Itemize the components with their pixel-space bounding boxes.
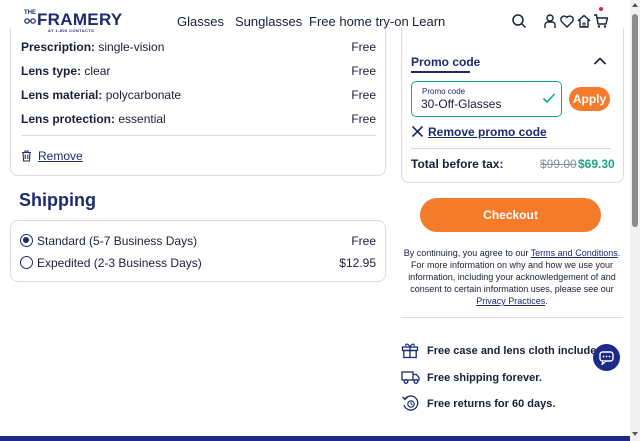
chat-icon <box>599 351 614 366</box>
cart-icon[interactable] <box>593 13 609 29</box>
legal-notice: By continuing, you agree to our Terms an… <box>400 247 624 307</box>
discounted-total: $69.30 <box>578 157 615 171</box>
promo-field-value[interactable]: 30-Off-Glasses <box>421 97 501 111</box>
page-scrollbar[interactable] <box>630 0 640 441</box>
search-icon[interactable] <box>511 13 527 29</box>
chevron-up-icon[interactable] <box>593 55 607 67</box>
nav-learn[interactable]: Learn <box>412 14 445 29</box>
original-total: $99.00 <box>540 157 577 171</box>
row-price: Free <box>351 88 376 102</box>
account-icon[interactable] <box>542 13 558 29</box>
total-divider <box>411 148 611 149</box>
total-before-tax-label: Total before tax: <box>411 157 504 171</box>
perk-free-shipping: Free shipping forever. <box>401 368 621 388</box>
row-label: Lens type: <box>21 64 82 78</box>
nav-sunglasses[interactable]: Sunglasses <box>235 14 302 29</box>
order-row-lens-protection: Lens protection: essential Free <box>21 112 376 126</box>
row-value: clear <box>84 64 111 78</box>
promo-title-underline <box>411 71 470 73</box>
shipping-options-card <box>10 220 386 282</box>
logo-wordmark: FRAMERY <box>37 10 123 29</box>
shipping-option-label: Expedited (2-3 Business Days) <box>37 256 202 270</box>
nav-glasses[interactable]: Glasses <box>177 14 224 29</box>
close-icon <box>411 125 424 138</box>
legal-divider <box>401 317 623 318</box>
shipping-option-price: Free <box>351 234 376 248</box>
shipping-heading: Shipping <box>19 190 96 210</box>
radio-unselected[interactable] <box>20 256 33 269</box>
row-price: Free <box>351 64 376 78</box>
remove-item-label: Remove <box>38 149 83 163</box>
checkout-button[interactable]: Checkout <box>420 198 601 232</box>
remove-promo-code-button[interactable]: Remove promo code <box>411 124 547 140</box>
privacy-link[interactable]: Privacy Practices <box>476 296 545 306</box>
remove-promo-label: Remove promo code <box>428 125 547 139</box>
gift-icon <box>401 343 419 359</box>
shipping-option-expedited[interactable]: Expedited (2-3 Business Days) $12.95 <box>20 256 376 270</box>
scroll-thumb[interactable] <box>632 14 638 227</box>
row-price: Free <box>351 40 376 54</box>
row-label: Lens material: <box>21 88 103 102</box>
cart-badge-dot <box>599 7 603 11</box>
row-label: Lens protection: <box>21 112 116 126</box>
home-icon[interactable] <box>576 13 592 29</box>
perk-text: Free returns for 60 days. <box>427 398 556 410</box>
order-row-lens-material: Lens material: polycarbonate Free <box>21 88 376 102</box>
radio-selected[interactable] <box>20 234 33 247</box>
promo-field-label: Promo code <box>422 87 466 96</box>
shipping-option-standard[interactable]: Standard (5-7 Business Days) Free <box>20 234 376 248</box>
scroll-down-arrow-icon[interactable] <box>632 432 638 436</box>
shipping-option-label: Standard (5-7 Business Days) <box>37 234 198 248</box>
row-value: essential <box>118 112 166 126</box>
promo-code-input[interactable]: Promo code 30-Off-Glasses <box>411 81 562 117</box>
perk-text: Free case and lens cloth included. <box>427 345 607 357</box>
legal-text-pre: By continuing, you agree to our <box>403 248 531 258</box>
truck-icon <box>401 371 420 384</box>
row-value: polycarbonate <box>105 88 182 102</box>
scroll-up-arrow-icon[interactable] <box>632 3 638 7</box>
logo-the: THE <box>24 10 36 16</box>
returns-icon <box>402 395 419 411</box>
perk-free-case: Free case and lens cloth included. <box>401 341 621 361</box>
shipping-option-price: $12.95 <box>339 256 376 270</box>
order-divider <box>21 135 376 136</box>
perk-text: Free shipping forever. <box>427 372 542 384</box>
trash-icon <box>22 150 31 162</box>
order-row-prescription: Prescription: single-vision Free <box>21 40 376 54</box>
remove-item-button[interactable]: Remove <box>21 149 83 163</box>
promo-code-toggle[interactable]: Promo code <box>411 55 480 69</box>
footer-bar <box>0 436 630 441</box>
chat-button[interactable] <box>593 344 620 371</box>
row-value: single-vision <box>98 40 165 54</box>
apply-promo-button[interactable]: Apply <box>569 87 610 111</box>
terms-link[interactable]: Terms and Conditions <box>531 248 618 258</box>
nav-free-home-try-on[interactable]: Free home try-on <box>309 14 409 29</box>
logo-glasses-icon <box>24 18 36 24</box>
order-row-lens-type: Lens type: clear Free <box>21 64 376 78</box>
row-label: Prescription: <box>21 40 96 54</box>
heart-icon[interactable] <box>559 13 575 29</box>
row-price: Free <box>351 112 376 126</box>
check-icon <box>542 93 556 104</box>
perk-free-returns: Free returns for 60 days. <box>401 394 621 414</box>
legal-text-post: . <box>545 296 548 306</box>
